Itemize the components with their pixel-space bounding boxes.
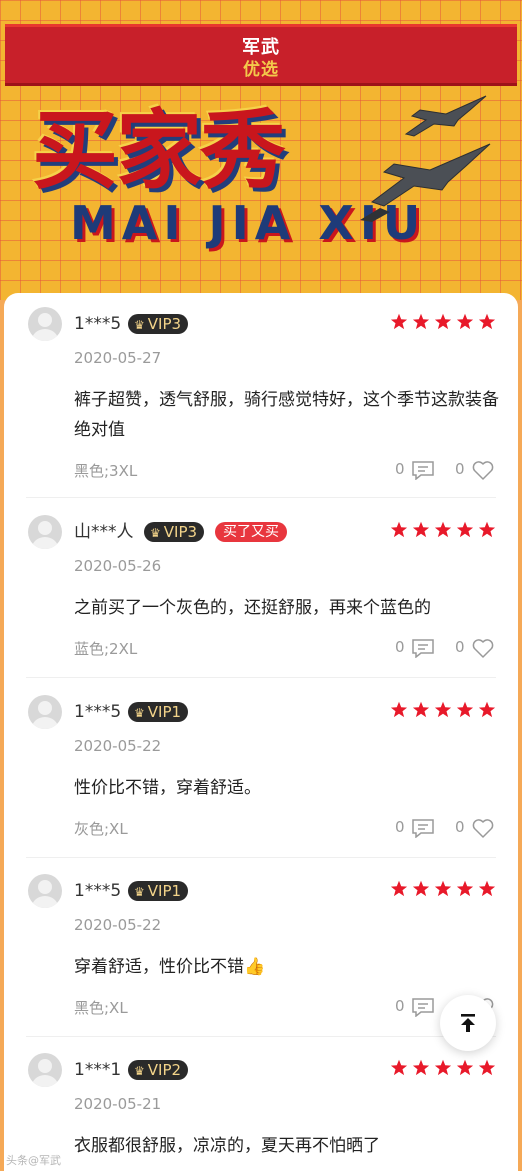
comment-count: 0 — [395, 638, 405, 656]
star-rating — [390, 880, 496, 900]
crown-icon: ♛ — [134, 1064, 145, 1078]
avatar — [28, 1053, 62, 1087]
repurchase-badge: 买了又买 — [215, 522, 287, 542]
banner-title: 买家秀 — [32, 101, 286, 201]
avatar — [28, 695, 62, 729]
reviewer-name: 1***5 — [74, 702, 122, 722]
crown-icon: ♛ — [134, 706, 145, 720]
review-date: 2020-05-21 — [74, 1095, 162, 1113]
review-date: 2020-05-22 — [74, 737, 162, 755]
avatar — [28, 307, 62, 341]
review-text: 性价比不错，穿着舒适。 — [74, 778, 261, 798]
comment-icon[interactable] — [411, 638, 435, 658]
review-text: 裤子超赞，透气舒服，骑行感觉特好，这个季节这款装备绝对值 — [74, 390, 499, 440]
star-icon — [412, 313, 430, 330]
crown-icon: ♛ — [134, 885, 145, 899]
star-rating — [390, 1059, 496, 1079]
reviewer-name: 山***人 — [74, 522, 134, 542]
avatar — [28, 874, 62, 908]
brand-bar: 军武 优选 — [5, 24, 517, 86]
vip-badge: ♛ VIP2 — [128, 1060, 189, 1080]
fighter-jets-illustration — [360, 95, 491, 222]
star-icon — [434, 880, 452, 897]
comment-icon[interactable] — [411, 997, 435, 1017]
star-icon — [456, 313, 474, 330]
reviewer-name: 1***5 — [74, 881, 122, 901]
heart-icon[interactable] — [471, 637, 495, 659]
star-icon — [456, 1059, 474, 1076]
star-icon — [390, 313, 408, 330]
star-rating — [390, 701, 496, 721]
crown-icon: ♛ — [134, 318, 145, 332]
star-icon — [412, 880, 430, 897]
star-icon — [456, 521, 474, 538]
star-icon — [434, 521, 452, 538]
star-icon — [478, 880, 496, 897]
arrow-up-icon — [461, 1014, 475, 1032]
heart-icon[interactable] — [471, 459, 495, 481]
star-icon — [434, 701, 452, 718]
review-date: 2020-05-26 — [74, 557, 162, 575]
star-icon — [478, 521, 496, 538]
star-icon — [390, 880, 408, 897]
star-icon — [412, 521, 430, 538]
vip-badge: ♛ VIP3 — [144, 522, 205, 542]
product-spec: 黑色;XL — [74, 999, 128, 1017]
star-icon — [456, 701, 474, 718]
reviewer-name: 1***5 — [74, 314, 122, 334]
star-rating — [390, 521, 496, 541]
watermark: 头条@军武 — [6, 1154, 61, 1167]
heart-icon[interactable] — [471, 817, 495, 839]
like-count: 0 — [455, 818, 465, 836]
star-icon — [412, 1059, 430, 1076]
product-spec: 黑色;3XL — [74, 462, 138, 480]
like-count: 0 — [455, 638, 465, 656]
review-date: 2020-05-27 — [74, 349, 162, 367]
divider — [26, 1036, 496, 1037]
product-spec: 灰色;XL — [74, 820, 128, 838]
reviewer-name: 1***1 — [74, 1060, 122, 1080]
comment-count: 0 — [395, 818, 405, 836]
review-text: 衣服都很舒服，凉凉的，夏天再不怕晒了 — [74, 1136, 380, 1156]
comment-icon[interactable] — [411, 818, 435, 838]
back-to-top-button[interactable] — [440, 995, 496, 1051]
review-text: 之前买了一个灰色的，还挺舒服，再来个蓝色的 — [74, 598, 431, 618]
star-icon — [434, 1059, 452, 1076]
vip-badge: ♛ VIP1 — [128, 881, 189, 901]
star-icon — [478, 1059, 496, 1076]
vip-badge: ♛ VIP3 — [128, 314, 189, 334]
product-spec: 蓝色;2XL — [74, 640, 138, 658]
comment-icon[interactable] — [411, 460, 435, 480]
like-count: 0 — [455, 460, 465, 478]
star-icon — [434, 313, 452, 330]
star-icon — [390, 521, 408, 538]
reviews-card: 1***5 ♛ VIP3 2020-05-27 裤子超赞，透气舒服，骑行感觉特好，… — [4, 293, 518, 1171]
banner: 军武 优选 买家秀 MAI JIA XIU — [0, 0, 522, 300]
comment-count: 0 — [395, 460, 405, 478]
crown-icon: ♛ — [150, 526, 161, 540]
star-icon — [478, 701, 496, 718]
star-icon — [412, 701, 430, 718]
star-icon — [456, 880, 474, 897]
divider — [26, 677, 496, 678]
comment-count: 0 — [395, 997, 405, 1015]
star-rating — [390, 313, 496, 333]
divider — [26, 857, 496, 858]
vip-badge: ♛ VIP1 — [128, 702, 189, 722]
star-icon — [478, 313, 496, 330]
avatar — [28, 515, 62, 549]
review-date: 2020-05-22 — [74, 916, 162, 934]
divider — [26, 497, 496, 498]
star-icon — [390, 701, 408, 718]
brand-logo-line2: 优选 — [243, 60, 279, 80]
review-text: 穿着舒适，性价比不错👍 — [74, 957, 266, 977]
star-icon — [390, 1059, 408, 1076]
